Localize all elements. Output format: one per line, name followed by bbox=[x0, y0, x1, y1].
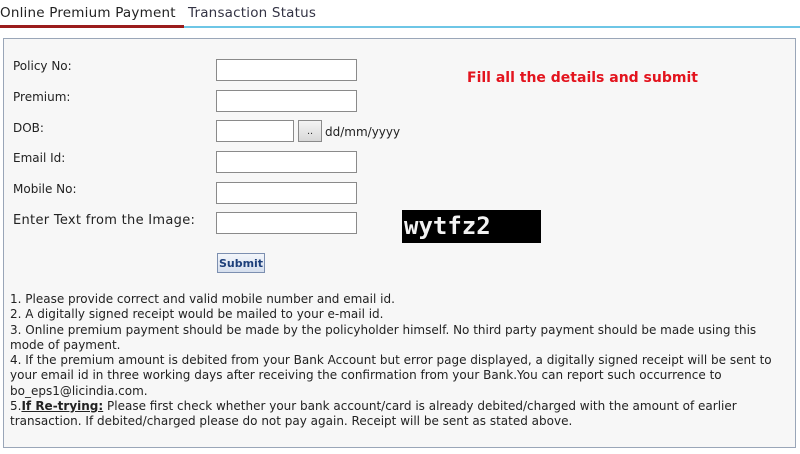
mobile-label: Mobile No: bbox=[13, 182, 77, 196]
policy-no-label: Policy No: bbox=[13, 59, 72, 73]
tab-transaction-status[interactable]: Transaction Status bbox=[188, 5, 316, 21]
instruction-item: 2. A digitally signed receipt would be m… bbox=[10, 307, 384, 322]
email-label: Email Id: bbox=[13, 151, 66, 165]
premium-input[interactable] bbox=[216, 90, 357, 112]
dob-input[interactable] bbox=[216, 120, 294, 142]
captcha-input[interactable] bbox=[216, 212, 357, 234]
premium-label: Premium: bbox=[13, 90, 71, 104]
instruction-item: 4. If the premium amount is debited from… bbox=[10, 353, 772, 398]
payment-form-panel: Policy No: Premium: DOB: .. dd/mm/yyyy E… bbox=[3, 38, 796, 448]
instruction-item: 3. Online premium payment should be made… bbox=[10, 322, 757, 352]
instruction-item: 5.If Re-trying: Please first check wheth… bbox=[10, 399, 792, 430]
tab-bar: Online Premium Payment Transaction Statu… bbox=[0, 0, 800, 30]
tab-rule bbox=[184, 26, 800, 28]
policy-no-input[interactable] bbox=[216, 59, 357, 81]
email-input[interactable] bbox=[216, 151, 357, 173]
active-tab-indicator bbox=[0, 25, 184, 28]
instruction-text: Please first check whether your bank acc… bbox=[10, 399, 737, 429]
submit-button[interactable]: Submit bbox=[217, 253, 265, 273]
dob-label: DOB: bbox=[13, 121, 44, 135]
date-picker-button[interactable]: .. bbox=[298, 120, 322, 142]
captcha-label: Enter Text from the Image: bbox=[13, 213, 196, 228]
dob-format-hint: dd/mm/yyyy bbox=[325, 125, 401, 139]
retrying-heading: If Re-trying: bbox=[21, 399, 104, 414]
tab-online-premium-payment[interactable]: Online Premium Payment bbox=[0, 5, 176, 21]
mobile-input[interactable] bbox=[216, 182, 357, 204]
instruction-number: 5. bbox=[10, 399, 22, 414]
instruction-item: 1. Please provide correct and valid mobi… bbox=[10, 292, 395, 306]
fill-details-notice: Fill all the details and submit bbox=[467, 70, 698, 86]
captcha-image: wytfz2 bbox=[402, 210, 541, 243]
instructions-list: 1. Please provide correct and valid mobi… bbox=[10, 292, 792, 430]
